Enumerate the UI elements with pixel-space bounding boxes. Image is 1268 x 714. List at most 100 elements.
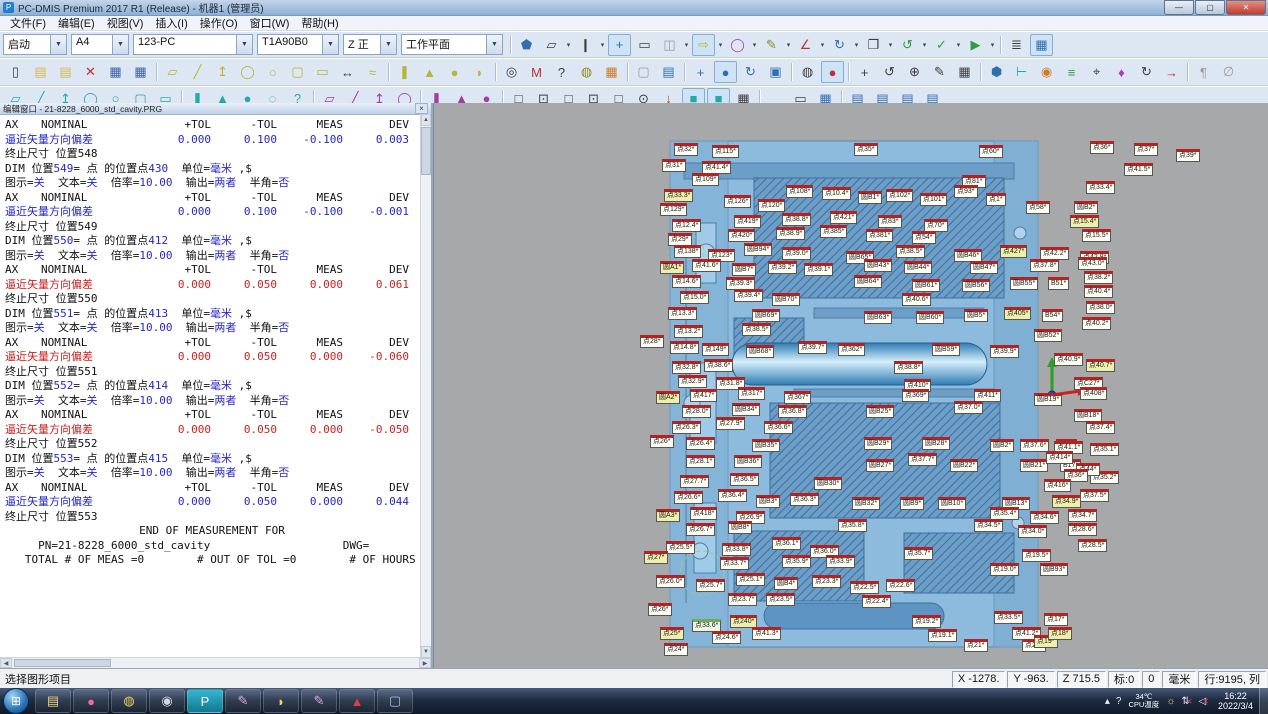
cad-measure-label[interactable]: 点416* xyxy=(1044,479,1071,492)
cad-measure-label[interactable]: 点138* xyxy=(674,245,701,258)
cad-measure-label[interactable]: 点1* xyxy=(986,193,1006,206)
probe-combo[interactable]: A4▼ xyxy=(71,34,129,55)
taskbar-app-pcdmis[interactable]: P xyxy=(187,689,223,713)
execute-icon[interactable]: ▶ xyxy=(964,34,987,56)
cad-measure-label[interactable]: 点39.0* xyxy=(782,247,811,260)
cad-measure-label[interactable]: 圆B3* xyxy=(756,495,780,508)
cad-measure-label[interactable]: 点418* xyxy=(690,507,717,520)
cad-measure-label[interactable]: 圆A1* xyxy=(660,261,684,274)
cad-wire-cube-icon[interactable]: ◫ xyxy=(658,34,681,56)
cad-measure-label[interactable]: 点28* xyxy=(640,335,664,348)
cad-measure-label[interactable]: 点37.4* xyxy=(1086,421,1115,434)
cpu-temp-widget[interactable]: 34℃ CPU温度 xyxy=(1128,693,1159,709)
cad-measure-label[interactable]: 点38.0* xyxy=(1086,301,1115,314)
cad-measure-label[interactable]: B51* xyxy=(1048,277,1069,290)
cad-measure-label[interactable]: 点24.6* xyxy=(712,631,741,644)
axes-widget-icon[interactable]: ⌖ xyxy=(1085,61,1108,83)
scroll-down-icon[interactable]: ▼ xyxy=(421,646,431,658)
cad-measure-label[interactable]: 点38.2* xyxy=(1084,271,1113,284)
taskbar-app-photos[interactable]: ● xyxy=(73,689,109,713)
shaded-view-icon[interactable]: ● xyxy=(714,61,737,83)
cad-measure-label[interactable]: 点38.6* xyxy=(704,359,733,372)
plane-feature-icon[interactable]: ▱ xyxy=(161,61,184,83)
view-cube-icon-dropdown-icon[interactable]: ▾ xyxy=(564,41,573,49)
probe-toggle-icon[interactable]: ¶ xyxy=(1192,61,1215,83)
graphic-display-window[interactable]: 点32*点115*点35*点60*点36*点37*点39*点31*点41.4*点… xyxy=(433,103,1268,668)
dimension-angle-icon-dropdown-icon[interactable]: ▾ xyxy=(818,41,827,49)
cad-measure-label[interactable]: 点37.7* xyxy=(908,453,937,466)
cad-measure-label[interactable]: 点36.6* xyxy=(764,421,793,434)
cad-measure-label[interactable]: 点22.4* xyxy=(862,595,891,608)
cad-measure-label[interactable]: 圆B61* xyxy=(912,279,940,292)
cad-measure-label[interactable]: 圆B64* xyxy=(854,275,882,288)
cad-measure-label[interactable]: 点115* xyxy=(712,145,739,158)
loop-control-icon-dropdown-icon[interactable]: ▾ xyxy=(920,41,929,49)
cad-measure-label[interactable]: 点420* xyxy=(728,229,755,242)
cad-measure-label[interactable]: 圆B32* xyxy=(852,497,880,510)
cad-measure-label[interactable]: 点27.7* xyxy=(680,475,709,488)
cad-measure-label[interactable]: 点28.6* xyxy=(1068,523,1097,536)
cone-feature-icon[interactable]: ▲ xyxy=(418,61,441,83)
probe-combo-arrow-icon[interactable]: ▼ xyxy=(112,35,128,54)
cad-measure-label[interactable]: 点43.0* xyxy=(1078,257,1107,270)
cad-measure-label[interactable]: 点427* xyxy=(1000,245,1027,258)
taskbar-app-explorer[interactable]: ▤ xyxy=(35,689,71,713)
solid-sphere-icon[interactable]: ● xyxy=(821,61,844,83)
scroll-left-icon[interactable]: ◀ xyxy=(0,658,12,668)
menu-item-1[interactable]: 编辑(E) xyxy=(52,15,101,31)
cad-measure-label[interactable]: 点26.3* xyxy=(672,421,701,434)
view-cube-icon[interactable]: ▱ xyxy=(540,34,563,56)
cad-measure-label[interactable]: 点15.0* xyxy=(680,291,709,304)
cad-measure-label[interactable]: 点381* xyxy=(866,229,893,242)
cad-measure-label[interactable]: 点25.7* xyxy=(696,579,725,592)
cad-measure-label[interactable]: 点22.5* xyxy=(850,581,879,594)
close-file-icon[interactable]: ✕ xyxy=(79,61,102,83)
menu-item-5[interactable]: 窗口(W) xyxy=(244,15,296,31)
cad-measure-label[interactable]: 点36.5* xyxy=(730,473,759,486)
rotate-view-icon-dropdown-icon[interactable]: ▾ xyxy=(852,41,861,49)
edit-window-titlebar[interactable]: 编辑窗口 - 21-8228_6000_std_cavity.PRG × xyxy=(0,103,431,115)
cad-measure-label[interactable]: 圆B70* xyxy=(772,293,800,306)
cad-measure-label[interactable]: 点120* xyxy=(758,199,785,212)
cad-measure-label[interactable]: 点33.4* xyxy=(1086,181,1115,194)
cad-measure-label[interactable]: 点40.6* xyxy=(902,293,931,306)
loop-control-icon[interactable]: ↺ xyxy=(896,34,919,56)
point-feature-icon[interactable]: ↥ xyxy=(211,61,234,83)
cad-measure-label[interactable]: 点35.7* xyxy=(904,547,933,560)
window-layout-icon[interactable]: ▦ xyxy=(1030,34,1053,56)
scroll-up-icon[interactable]: ▲ xyxy=(421,114,431,126)
copy-pages-icon[interactable]: ❐ xyxy=(862,34,885,56)
pan-view-icon[interactable]: + xyxy=(689,61,712,83)
sync-view-icon[interactable]: ↻ xyxy=(739,61,762,83)
cad-measure-label[interactable]: 圆B21* xyxy=(1020,459,1048,472)
cad-measure-label[interactable]: 点369* xyxy=(902,389,929,402)
cad-measure-label[interactable]: 点14.6* xyxy=(672,275,701,288)
close-button[interactable]: ✕ xyxy=(1226,0,1266,15)
cad-measure-label[interactable]: 点28.1* xyxy=(686,455,715,468)
new-file-icon[interactable]: ▯ xyxy=(4,61,27,83)
cad-measure-label[interactable]: 点27* xyxy=(644,551,668,564)
cad-measure-label[interactable]: 点32.9* xyxy=(678,375,707,388)
menu-item-4[interactable]: 操作(O) xyxy=(194,15,244,31)
jump-arrow-icon[interactable]: → xyxy=(1160,61,1183,83)
editor-vertical-scrollbar[interactable]: ▲ ▼ xyxy=(420,114,431,658)
comment-icon[interactable]: ▭ xyxy=(633,34,656,56)
cylinder-feature-icon[interactable]: ❚ xyxy=(393,61,416,83)
cad-measure-label[interactable]: 点109* xyxy=(692,173,719,186)
cad-measure-label[interactable]: 圆B35* xyxy=(752,439,780,452)
cad-measure-label[interactable]: 圆B19* xyxy=(1034,393,1062,406)
cad-measure-label[interactable]: 点405* xyxy=(1004,307,1031,320)
cad-solid-icon[interactable]: ⬢ xyxy=(985,61,1008,83)
cad-measure-label[interactable]: 点102* xyxy=(886,189,913,202)
cad-measure-label[interactable]: 点39.2* xyxy=(768,261,797,274)
cad-measure-label[interactable]: 点419* xyxy=(734,215,761,228)
cad-measure-label[interactable]: 点25.5* xyxy=(666,541,695,554)
cad-measure-label[interactable]: 点34.7* xyxy=(1068,509,1097,522)
cad-measure-label[interactable]: 点421* xyxy=(830,211,857,224)
cad-measure-label[interactable]: 点39* xyxy=(1176,149,1200,162)
cad-measure-label[interactable]: 圆A3* xyxy=(656,509,680,522)
cad-measure-label[interactable]: 点26* xyxy=(648,603,672,616)
start-button[interactable]: ⊞ xyxy=(3,688,29,714)
cad-measure-label[interactable]: 点39.9* xyxy=(990,345,1019,358)
execute-icon-dropdown-icon[interactable]: ▾ xyxy=(988,41,997,49)
